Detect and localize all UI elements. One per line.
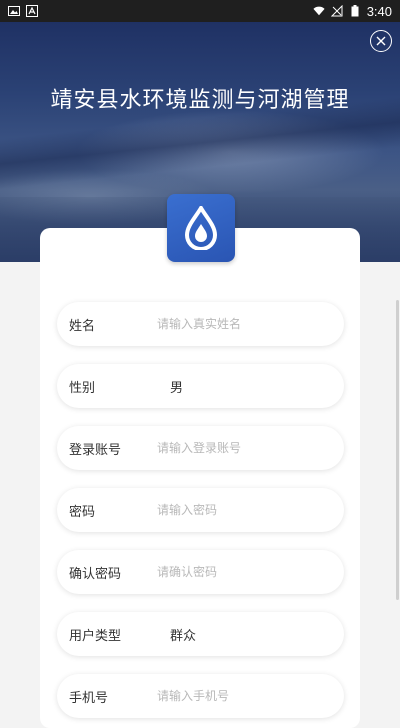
water-drop-icon	[184, 206, 218, 250]
name-label: 姓名	[69, 318, 96, 334]
user-type-field[interactable]: 用户类型 群众	[57, 612, 344, 656]
password-input[interactable]	[157, 503, 332, 517]
user-type-value[interactable]: 群众	[170, 625, 196, 644]
confirm-password-label: 确认密码	[69, 566, 122, 582]
wifi-icon	[313, 5, 325, 17]
account-input[interactable]	[157, 441, 332, 455]
battery-icon	[349, 5, 361, 17]
name-field: 姓名	[57, 302, 344, 346]
status-bar: 3:40	[0, 0, 400, 22]
close-button[interactable]	[370, 30, 392, 52]
password-field: 密码	[57, 488, 344, 532]
signal-icon	[330, 5, 343, 17]
account-label: 登录账号	[69, 442, 122, 458]
gender-label: 性别	[69, 380, 96, 396]
phone-input[interactable]	[157, 689, 332, 703]
gender-field[interactable]: 性别 男	[57, 364, 344, 408]
text-icon	[26, 5, 38, 17]
confirm-password-input[interactable]	[157, 565, 332, 579]
phone-label: 手机号	[69, 690, 109, 706]
phone-field: 手机号	[57, 674, 344, 718]
account-field: 登录账号	[57, 426, 344, 470]
scrollbar[interactable]	[396, 300, 399, 600]
status-left	[8, 5, 38, 17]
user-type-label: 用户类型	[69, 628, 122, 644]
image-icon	[8, 5, 20, 17]
page-title: 靖安县水环境监测与河湖管理	[50, 88, 350, 113]
app-logo	[167, 194, 235, 262]
name-input[interactable]	[157, 317, 332, 331]
gender-value[interactable]: 男	[170, 377, 183, 396]
close-icon	[376, 36, 386, 46]
status-right: 3:40	[313, 4, 392, 19]
password-label: 密码	[69, 504, 96, 520]
confirm-password-field: 确认密码	[57, 550, 344, 594]
status-time: 3:40	[366, 3, 392, 19]
